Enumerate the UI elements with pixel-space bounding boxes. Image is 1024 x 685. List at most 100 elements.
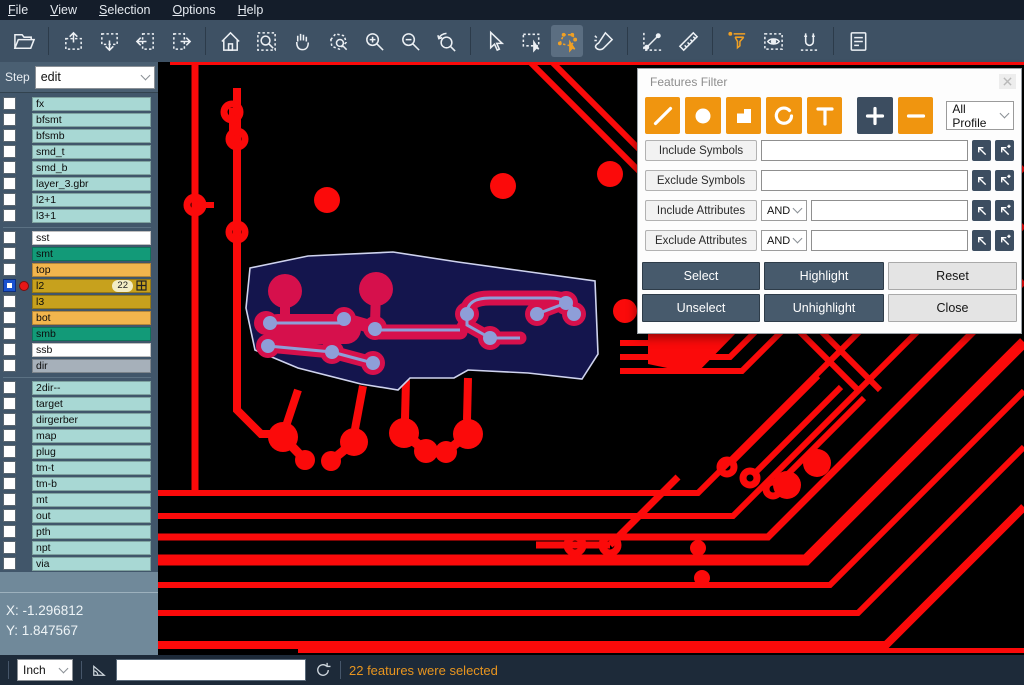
layer-color-bar[interactable]: l3 <box>32 295 151 309</box>
menu-item-view[interactable]: View <box>50 3 77 17</box>
exclude-attributes-pick-add-button[interactable] <box>995 230 1014 251</box>
layer-color-bar[interactable]: l3+1 <box>32 209 151 223</box>
layer-color-bar[interactable]: bot <box>32 311 151 325</box>
layer-row-plug[interactable]: plug <box>3 444 151 459</box>
layer-color-bar[interactable]: target <box>32 397 151 411</box>
layer-color-bar[interactable]: dirgerber <box>32 413 151 427</box>
layer-row-bot[interactable]: bot <box>3 310 151 325</box>
open-folder-icon[interactable] <box>8 25 40 57</box>
measure-line-icon[interactable] <box>636 25 668 57</box>
include-attributes-pick-button[interactable] <box>972 200 991 221</box>
layer-row-top[interactable]: top <box>3 262 151 277</box>
layer-row-layer_3.gbr[interactable]: layer_3.gbr <box>3 176 151 191</box>
layer-row-out[interactable]: out <box>3 508 151 523</box>
layer-checkbox[interactable] <box>3 381 16 394</box>
layer-row-pth[interactable]: pth <box>3 524 151 539</box>
layer-checkbox[interactable] <box>3 461 16 474</box>
zoom-in-icon[interactable] <box>358 25 390 57</box>
layer-row-bfsmb[interactable]: bfsmb <box>3 128 151 143</box>
layer-row-ssb[interactable]: ssb <box>3 342 151 357</box>
menu-item-file[interactable]: File <box>8 3 28 17</box>
layer-color-bar[interactable]: layer_3.gbr <box>32 177 151 191</box>
layer-checkbox[interactable] <box>3 359 16 372</box>
step-dropdown[interactable]: edit <box>35 66 155 89</box>
layer-color-bar[interactable]: mt <box>32 493 151 507</box>
pan-down-icon[interactable] <box>93 25 125 57</box>
menu-item-selection[interactable]: Selection <box>99 3 150 17</box>
zoom-polygon-icon[interactable] <box>322 25 354 57</box>
exclude-symbols-pick-button[interactable] <box>972 170 991 191</box>
layer-color-bar[interactable]: plug <box>32 445 151 459</box>
layer-color-bar[interactable]: l2+1 <box>32 193 151 207</box>
include-attributes-pick-add-button[interactable] <box>995 200 1014 221</box>
pan-left-icon[interactable] <box>129 25 161 57</box>
menu-item-options[interactable]: Options <box>172 3 215 17</box>
layer-row-mt[interactable]: mt <box>3 492 151 507</box>
include-attributes-input[interactable] <box>811 200 968 221</box>
layer-checkbox[interactable] <box>3 209 16 222</box>
filter-type-text-button[interactable] <box>807 97 842 134</box>
layer-checkbox[interactable] <box>3 129 16 142</box>
unhighlight-button[interactable]: Unhighlight <box>764 294 884 322</box>
layer-color-bar[interactable]: dir <box>32 359 151 373</box>
units-dropdown[interactable]: Inch <box>17 659 73 681</box>
include-symbols-pick-add-button[interactable] <box>995 140 1014 161</box>
layer-row-smd_t[interactable]: smd_t <box>3 144 151 159</box>
layer-row-via[interactable]: via <box>3 556 151 571</box>
measure-ruler-icon[interactable] <box>672 25 704 57</box>
filter-type-surface-button[interactable] <box>726 97 761 134</box>
layer-checkbox[interactable] <box>3 493 16 506</box>
include-attributes-button[interactable]: Include Attributes <box>645 200 757 221</box>
features-filter-icon[interactable] <box>721 25 753 57</box>
layer-color-bar[interactable]: npt <box>32 541 151 555</box>
layer-color-bar[interactable]: l222 <box>32 279 151 293</box>
layer-color-bar[interactable]: smd_t <box>32 145 151 159</box>
layer-checkbox[interactable] <box>3 413 16 426</box>
layer-row-l2+1[interactable]: l2+1 <box>3 192 151 207</box>
layer-color-bar[interactable]: ssb <box>32 343 151 357</box>
layer-row-map[interactable]: map <box>3 428 151 443</box>
layer-row-smd_b[interactable]: smd_b <box>3 160 151 175</box>
exclude-attributes-logic-dropdown[interactable]: AND <box>761 230 807 251</box>
angle-ruler-icon[interactable] <box>90 661 108 679</box>
home-icon[interactable] <box>214 25 246 57</box>
layer-row-l3+1[interactable]: l3+1 <box>3 208 151 223</box>
layer-checkbox[interactable] <box>3 343 16 356</box>
exclude-symbols-button[interactable]: Exclude Symbols <box>645 170 757 191</box>
pan-up-icon[interactable] <box>57 25 89 57</box>
select-button[interactable]: Select <box>642 262 760 290</box>
layer-color-bar[interactable]: tm-b <box>32 477 151 491</box>
layer-row-dir[interactable]: dir <box>3 358 151 373</box>
layer-color-bar[interactable]: via <box>32 557 151 571</box>
layer-checkbox[interactable] <box>3 327 16 340</box>
filter-type-arc-button[interactable] <box>766 97 801 134</box>
layer-checkbox[interactable] <box>3 247 16 260</box>
layer-color-bar[interactable]: top <box>32 263 151 277</box>
layer-row-sst[interactable]: sst <box>3 230 151 245</box>
report-icon[interactable] <box>842 25 874 57</box>
exclude-attributes-button[interactable]: Exclude Attributes <box>645 230 757 251</box>
layer-checkbox[interactable] <box>3 525 16 538</box>
include-symbols-pick-button[interactable] <box>972 140 991 161</box>
layer-checkbox[interactable] <box>3 541 16 554</box>
snap-icon[interactable] <box>793 25 825 57</box>
layer-color-bar[interactable]: 2dir-- <box>32 381 151 395</box>
layer-color-bar[interactable]: pth <box>32 525 151 539</box>
layer-checkbox[interactable] <box>3 193 16 206</box>
command-input[interactable] <box>116 659 306 681</box>
layer-row-tm-b[interactable]: tm-b <box>3 476 151 491</box>
layer-color-bar[interactable]: smd_b <box>32 161 151 175</box>
include-symbols-input[interactable] <box>761 140 968 161</box>
clean-selection-icon[interactable] <box>587 25 619 57</box>
exclude-attributes-input[interactable] <box>811 230 968 251</box>
layer-color-bar[interactable]: map <box>32 429 151 443</box>
layer-color-bar[interactable]: smt <box>32 247 151 261</box>
layer-checkbox[interactable] <box>3 295 16 308</box>
filter-mode-add-button[interactable] <box>857 97 892 134</box>
layer-checkbox[interactable] <box>3 311 16 324</box>
layer-color-bar[interactable]: fx <box>32 97 151 111</box>
exclude-symbols-input[interactable] <box>761 170 968 191</box>
dialog-titlebar[interactable]: Features Filter <box>638 69 1021 95</box>
layer-row-l3[interactable]: l3 <box>3 294 151 309</box>
select-rectangle-icon[interactable] <box>515 25 547 57</box>
